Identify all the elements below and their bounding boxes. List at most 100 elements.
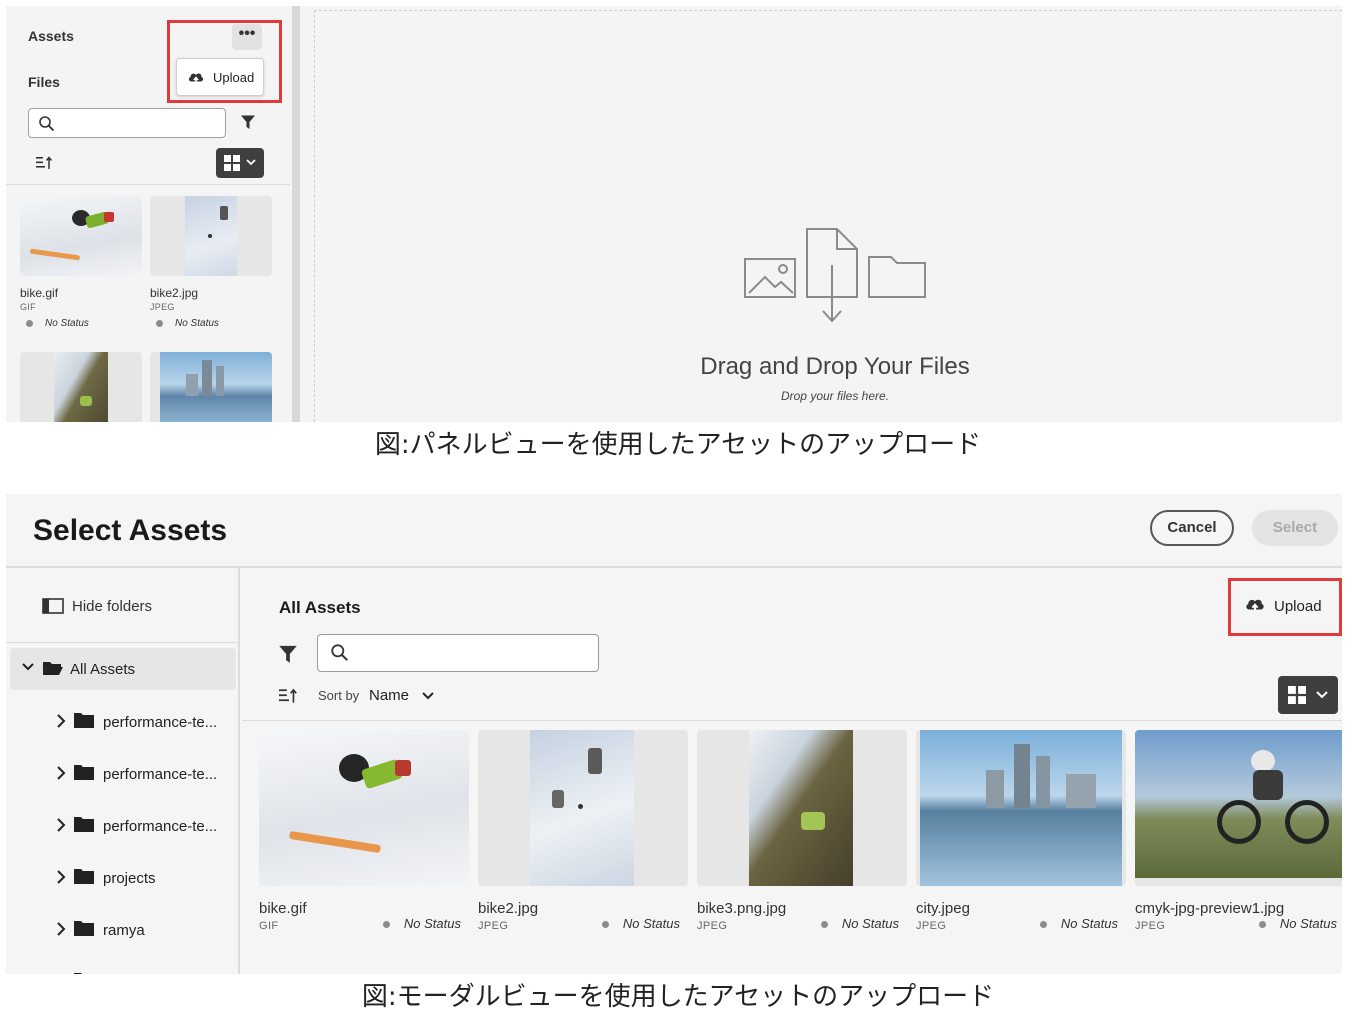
folder-icon — [74, 765, 94, 780]
chevron-down-icon — [22, 663, 34, 671]
folder-sidebar: Hide folders All Assets performance-te..… — [6, 568, 240, 974]
status-badge: No Status — [1258, 916, 1337, 931]
search-input[interactable] — [28, 108, 226, 138]
modal-title: Select Assets — [33, 514, 228, 547]
divider — [242, 720, 1342, 721]
panel-resize-handle[interactable] — [292, 6, 300, 422]
asset-card[interactable]: bike2.jpg JPEG No Status — [150, 196, 272, 329]
cancel-button[interactable]: Cancel — [1150, 510, 1234, 546]
grid-icon — [224, 155, 240, 171]
asset-thumbnail — [20, 352, 142, 422]
sidebar-item-label: ramya — [103, 922, 145, 939]
status-dot — [26, 319, 33, 327]
assets-panel: Assets Files ••• Upload bike.gif GIF No … — [6, 6, 290, 422]
sort-icon[interactable] — [279, 688, 299, 704]
modal-view-screenshot: Select Assets Cancel Select Hide folders… — [6, 494, 1342, 974]
sort-select[interactable]: Name — [369, 687, 409, 704]
files-heading: Files — [28, 74, 60, 90]
status-dot — [156, 319, 163, 327]
sidebar-item-all-assets[interactable]: All Assets — [10, 648, 236, 690]
asset-type: JPEG — [150, 302, 175, 312]
status-badge: No Status — [1039, 916, 1118, 931]
folder-icon — [74, 869, 94, 884]
chevron-right-icon — [57, 766, 66, 780]
folder-open-icon — [43, 662, 63, 675]
asset-thumbnail — [1135, 730, 1342, 886]
caption-bottom: 図:モーダルビューを使用したアセットのアップロード — [361, 982, 995, 1012]
asset-card[interactable] — [20, 352, 142, 422]
folder-icon — [74, 713, 94, 728]
asset-thumbnail — [916, 730, 1126, 886]
search-input[interactable] — [317, 634, 599, 672]
grid-icon — [1288, 686, 1306, 704]
sidebar-item-label: performance-te... — [103, 818, 218, 835]
view-toggle-button[interactable] — [1278, 676, 1338, 714]
divider — [6, 642, 238, 643]
sidebar-item-folder[interactable]: projects — [6, 858, 238, 898]
chevron-down-icon — [246, 159, 256, 166]
sidebar-item-folder[interactable] — [6, 962, 238, 974]
asset-type: GIF — [20, 302, 36, 312]
hide-folders-label: Hide folders — [72, 598, 153, 615]
folder-icon — [74, 921, 94, 936]
page-title: All Assets — [279, 598, 361, 617]
view-toggle-button[interactable] — [216, 148, 264, 178]
asset-name: bike2.jpg — [478, 900, 539, 917]
search-icon — [39, 116, 55, 132]
sort-icon[interactable] — [36, 156, 54, 170]
asset-name: cmyk-jpg-preview1.jpg — [1135, 900, 1285, 917]
asset-card[interactable]: city.jpeg JPEG No Status — [916, 730, 1126, 932]
drop-title: Drag and Drop Your Files — [700, 353, 970, 380]
filter-icon[interactable] — [240, 114, 256, 130]
asset-card[interactable]: cmyk-jpg-preview1.jpg JPEG No Status — [1135, 730, 1342, 932]
status-dot — [382, 921, 390, 929]
sidebar-item-label: performance-te... — [103, 714, 218, 731]
asset-card[interactable]: bike2.jpg JPEG No Status — [478, 730, 688, 932]
assets-heading: Assets — [28, 28, 74, 44]
chevron-right-icon — [57, 870, 66, 884]
asset-card[interactable]: bike.gif GIF No Status — [20, 196, 142, 329]
sidebar-item-folder[interactable]: performance-te... — [6, 806, 238, 846]
asset-card[interactable]: bike3.png.jpg JPEG No Status — [697, 730, 907, 932]
chevron-right-icon — [57, 922, 66, 936]
status-dot — [1258, 921, 1266, 929]
sidebar-item-label: All Assets — [70, 661, 136, 678]
status-dot — [1039, 921, 1047, 929]
asset-card[interactable]: bike.gif GIF No Status — [259, 730, 469, 932]
highlight-box — [1228, 578, 1342, 636]
asset-thumbnail — [259, 730, 469, 886]
sidebar-item-folder[interactable]: ramya — [6, 910, 238, 950]
select-button[interactable]: Select — [1252, 510, 1338, 546]
status-badge: No Status — [601, 916, 680, 931]
asset-thumbnail — [478, 730, 688, 886]
chevron-right-icon — [57, 818, 66, 832]
filter-icon[interactable] — [278, 644, 298, 664]
drop-subtitle: Drop your files here. — [780, 389, 890, 403]
status-badge: No Status — [20, 318, 142, 329]
asset-name: bike.gif — [20, 286, 59, 300]
chevron-down-icon — [1316, 691, 1328, 699]
sidebar-item-folder[interactable]: performance-te... — [6, 702, 238, 742]
asset-name: city.jpeg — [916, 900, 970, 917]
chevron-down-icon[interactable] — [422, 692, 434, 700]
drag-drop-illustration-icon — [744, 228, 926, 323]
status-badge: No Status — [382, 916, 461, 931]
status-badge: No Status — [820, 916, 899, 931]
status-badge: No Status — [150, 318, 272, 329]
sidebar-item-label: performance-te... — [103, 766, 218, 783]
asset-thumbnail — [697, 730, 907, 886]
status-dot — [820, 921, 828, 929]
asset-thumbnail — [150, 196, 272, 276]
panel-view-screenshot: Assets Files ••• Upload bike.gif GIF No … — [6, 6, 1342, 422]
folder-icon — [74, 817, 94, 832]
asset-card[interactable] — [150, 352, 272, 422]
sidebar-toggle-icon — [42, 598, 64, 614]
sidebar-item-label: projects — [103, 870, 156, 887]
asset-name: bike3.png.jpg — [697, 900, 787, 917]
sidebar-item-folder[interactable]: performance-te... — [6, 754, 238, 794]
drop-zone[interactable]: Drag and Drop Your Files Drop your files… — [314, 10, 1342, 422]
folder-icon — [74, 973, 82, 974]
status-dot — [601, 921, 609, 929]
caption-top: 図:パネルビューを使用したアセットのアップロード — [374, 430, 982, 460]
divider — [6, 184, 290, 185]
